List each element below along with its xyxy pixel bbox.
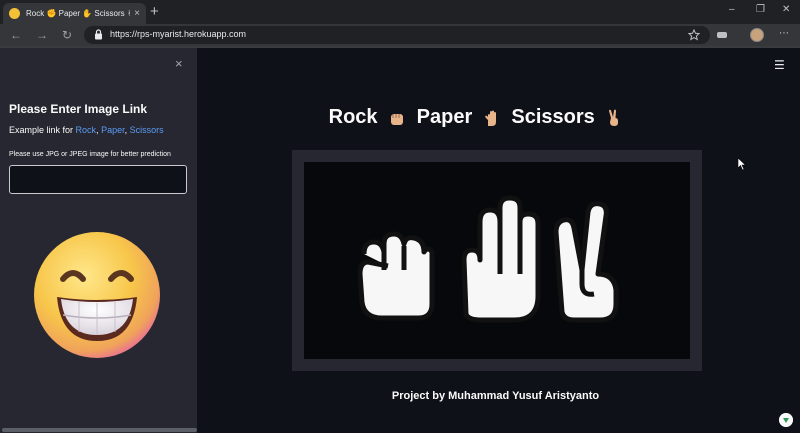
reload-icon[interactable]: ↻ <box>62 27 72 43</box>
image-format-hint: Please use JPG or JPEG image for better … <box>9 151 171 158</box>
mouse-cursor-icon <box>738 158 746 170</box>
hero-image-frame <box>292 150 702 371</box>
rock-paper-scissors-image <box>304 162 690 359</box>
victory-hand-icon <box>553 201 619 323</box>
new-tab-button[interactable]: + <box>150 3 159 21</box>
address-bar[interactable]: https://rps-myarist.herokuapp.com <box>84 26 710 44</box>
sidebar-close-icon[interactable]: × <box>175 56 183 71</box>
minimize-button[interactable]: – <box>729 4 735 15</box>
title-word-paper: Paper <box>416 106 473 128</box>
lock-icon <box>95 29 102 40</box>
more-menu-icon[interactable]: ⋯ <box>779 28 789 39</box>
fist-icon <box>357 231 435 321</box>
hamburger-menu-icon[interactable]: ☰ <box>774 58 785 72</box>
title-word-rock: Rock <box>328 106 378 128</box>
forward-icon[interactable]: → <box>36 27 48 43</box>
raised-fist-icon <box>391 113 404 125</box>
hands-illustration <box>357 195 619 323</box>
browser-tab-bar: Rock ✊ Paper ✋ Scissors ✌ - St × + – ❐ ✕ <box>0 0 800 24</box>
window-close-button[interactable]: ✕ <box>782 4 790 15</box>
sidebar-scrollbar[interactable] <box>2 428 197 432</box>
project-credit: Project by Muhammad Yusuf Aristyanto <box>391 390 600 402</box>
tab-title: Rock ✊ Paper ✋ Scissors ✌ - St <box>26 9 130 18</box>
victory-hand-icon <box>609 109 619 126</box>
example-links: Example link for Rock, Paper, Scissors <box>9 125 164 135</box>
app-badge-icon[interactable] <box>779 413 793 427</box>
link-rock[interactable]: Rock <box>76 125 97 135</box>
url-text: https://rps-myarist.herokuapp.com <box>110 29 247 39</box>
tab-favicon-icon <box>9 8 20 19</box>
bookmark-icon[interactable] <box>688 29 700 41</box>
title-word-scissors: Scissors <box>511 106 595 128</box>
tab-close-icon[interactable]: × <box>134 8 140 19</box>
page-title: Rock Paper Scissors <box>177 106 780 129</box>
image-link-input[interactable] <box>9 165 187 194</box>
back-icon[interactable]: ← <box>10 27 22 43</box>
main-content: ☰ Rock Paper Scissors Project by Muhamma… <box>197 48 800 433</box>
sidebar: × Please Enter Image Link Example link f… <box>0 48 197 433</box>
profile-avatar[interactable] <box>750 28 764 42</box>
extension-icon[interactable] <box>716 29 728 41</box>
link-paper[interactable]: Paper <box>101 125 125 135</box>
browser-toolbar: ← → ↻ https://rps-myarist.herokuapp.com … <box>0 24 800 46</box>
grinning-face-emoji-image <box>34 232 160 358</box>
browser-tab[interactable]: Rock ✊ Paper ✋ Scissors ✌ - St × <box>3 3 146 24</box>
sidebar-heading: Please Enter Image Link <box>9 102 148 116</box>
link-scissors[interactable]: Scissors <box>130 125 164 135</box>
raised-hand-icon <box>485 110 496 126</box>
maximize-button[interactable]: ❐ <box>756 4 765 15</box>
example-prefix: Example link for <box>9 125 76 135</box>
